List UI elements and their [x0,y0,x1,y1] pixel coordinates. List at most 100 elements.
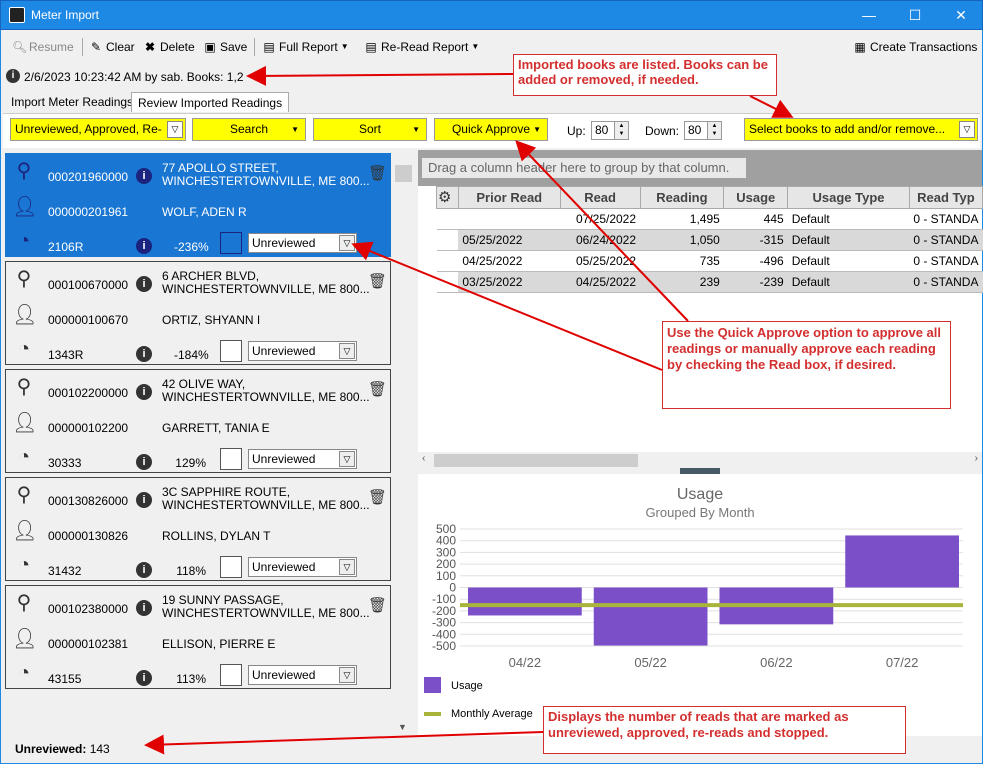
grid-hscrollbar[interactable]: ‹ › [418,452,982,469]
table-row[interactable]: 03/25/2022 04/25/2022 239 -239 Default 0 - ST… [436,271,983,293]
status-filter-dropdown[interactable]: Unreviewed, Approved, Re- ▽ [10,118,186,141]
history-table: Prior Read Read Reading Usage Usage Type… [436,186,983,293]
service-address: 19 SUNNY PASSAGE, WINCHESTERTOWNVILLE, ME… [162,593,370,620]
table-cell: 239 [640,271,724,293]
info-icon[interactable]: i [136,600,152,616]
table-cell: 0 - STANDA [909,250,983,272]
column-header[interactable]: Usage [723,186,789,209]
customer-number: 000000100670 [48,313,129,327]
meter-gauge-icon: ◔ [17,662,31,684]
column-header[interactable]: Read [559,186,641,209]
column-header[interactable]: Usage Type [787,186,910,209]
account-number: 000100670000 [48,278,129,292]
x-tick-label: 04/22 [509,655,542,670]
scrollbar-thumb[interactable] [434,454,638,467]
reading-card[interactable]: ⚲ 000130826000 i 3C SAPPHIRE ROUTE, WINCH… [5,477,391,581]
info-icon[interactable]: i [136,276,152,292]
reading-card[interactable]: ⚲ 000100670000 i 6 ARCHER BLVD, WINCHESTE… [5,261,391,365]
window-title: Meter Import [31,8,100,22]
trash-icon[interactable]: 🗑︎ [368,164,387,182]
scrollbar-thumb[interactable] [395,165,412,182]
row-indicator-cell [436,229,459,251]
read-checkbox[interactable] [220,556,242,578]
table-row[interactable]: 07/25/2022 1,495 445 Default 0 - STANDA [436,208,983,230]
info-icon[interactable]: i [136,168,152,184]
down-stepper[interactable]: 80 ▲ ▼ [684,121,722,140]
read-checkbox[interactable] [220,664,242,686]
person-icon: 👤︎ [12,304,38,326]
status-dropdown[interactable]: Unreviewed ▽ [248,665,357,685]
table-row[interactable]: 05/25/2022 06/24/2022 1,050 -315 Default 0 - … [436,229,983,251]
info-icon[interactable]: i [136,454,152,470]
dropdown-arrow-icon: ▼ [471,42,480,51]
save-button[interactable]: ▣ Save [203,38,247,56]
meter-gauge-icon: ◔ [17,230,31,252]
column-header[interactable]: Reading [639,186,725,209]
info-icon[interactable]: i [136,562,152,578]
create-transactions-button[interactable]: ▦ Create Transactions [853,38,977,56]
table-cell: 05/25/2022 [560,250,641,272]
stepper-arrows-icon[interactable]: ▲ ▼ [614,122,628,139]
close-button[interactable]: ✕ [938,1,983,30]
trash-icon[interactable]: 🗑︎ [368,488,387,506]
up-stepper[interactable]: 80 ▲ ▼ [591,121,629,140]
usage-chart-svg: Usage Grouped By Month 5004003002001000-… [432,486,963,670]
status-dropdown[interactable]: Unreviewed ▽ [248,233,357,253]
status-label: Unreviewed: [15,742,87,756]
location-pin-icon: ⚲ [16,484,32,506]
reading-card[interactable]: ⚲ 000102200000 i 42 OLIVE WAY, WINCHESTER… [5,369,391,473]
column-header[interactable]: Read Typ [908,186,983,209]
service-address: 3C SAPPHIRE ROUTE, WINCHESTERTOWNVILLE, M… [162,485,370,512]
info-icon[interactable]: i [136,670,152,686]
readings-scrollbar[interactable]: ▼ [393,150,414,736]
trash-icon[interactable]: 🗑︎ [368,380,387,398]
full-report-button[interactable]: ▤ Full Report ▼ [262,38,348,56]
read-checkbox[interactable] [220,448,242,470]
status-dropdown[interactable]: Unreviewed ▽ [248,557,357,577]
scroll-left-icon[interactable]: ‹ [422,453,425,464]
scroll-right-icon[interactable]: › [975,453,978,464]
toolbar-divider [82,38,83,56]
trash-icon[interactable]: 🗑︎ [368,596,387,614]
legend-usage-label: Usage [451,680,483,692]
reread-report-button[interactable]: ▤ Re-Read Report ▼ [364,38,479,56]
status-dropdown[interactable]: Unreviewed ▽ [248,449,357,469]
gear-icon[interactable]: ⚙ [438,188,451,206]
customer-number: 000000102381 [48,637,129,651]
table-row[interactable]: 04/25/2022 05/25/2022 735 -496 Default 0 - ST… [436,250,983,272]
info-icon[interactable]: i [136,346,152,362]
search-dropdown[interactable]: Search ▼ [192,118,306,141]
trash-icon[interactable]: 🗑︎ [368,272,387,290]
floppy-icon: ▣ [204,40,216,54]
row-indicator-cell [436,271,459,293]
table-cell: 735 [640,250,724,272]
chart-title: Usage [677,486,723,503]
resume-button[interactable]: 🔍︎ Resume [12,38,74,56]
maximize-button[interactable]: ☐ [892,1,938,30]
status-dropdown[interactable]: Unreviewed ▽ [248,341,357,361]
read-checkbox[interactable] [220,340,242,362]
person-icon: 👤︎ [12,412,38,434]
reading-card[interactable]: ⚲ 000102380000 i 19 SUNNY PASSAGE, WINCHE… [5,585,391,689]
scroll-down-icon[interactable]: ▼ [398,722,407,732]
quick-approve-dropdown[interactable]: Quick Approve ▼ [434,118,548,141]
info-icon[interactable]: i [136,384,152,400]
books-select-dropdown[interactable]: Select books to add and/or remove... ▽ [744,118,978,141]
table-cell: -239 [723,271,788,293]
delete-button[interactable]: ✖ Delete [143,38,195,56]
read-checkbox[interactable] [220,232,242,254]
sort-dropdown[interactable]: Sort ▼ [313,118,427,141]
stepper-arrows-icon[interactable]: ▲ ▼ [707,122,721,139]
customer-number: 000000102200 [48,421,129,435]
row-indicator-cell [436,250,459,272]
info-icon[interactable]: i [136,238,152,254]
dropdown-arrow-icon: ▼ [533,125,541,134]
minimize-button[interactable]: — [846,1,892,30]
reading-card[interactable]: ⚲ 000201960000 i 77 APOLLO STREET, WINCHE… [5,153,391,257]
tab-import-meter-readings[interactable]: Import Meter Readings [5,92,139,112]
clear-button[interactable]: ✎ Clear [89,38,135,56]
tab-review-imported-readings[interactable]: Review Imported Readings [131,92,290,112]
column-header[interactable]: Prior Read [457,186,561,209]
legend-average-label: Monthly Average [451,708,533,720]
info-icon[interactable]: i [136,492,152,508]
